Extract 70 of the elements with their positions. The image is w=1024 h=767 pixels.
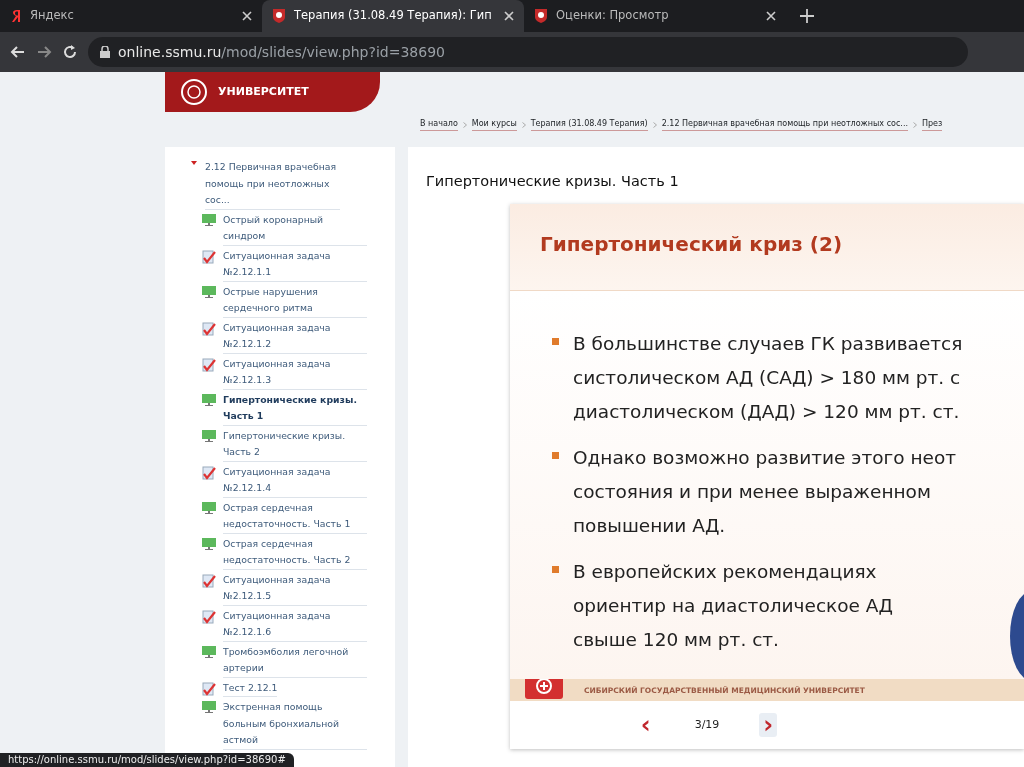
close-icon[interactable] xyxy=(766,11,776,21)
activity-link[interactable]: Острая сердечная недостаточность. Часть 2 xyxy=(202,535,367,570)
lock-icon xyxy=(100,46,110,58)
browser-tab[interactable]: Терапия (31.08.49 Терапия): Гип xyxy=(262,0,524,32)
breadcrumb-link[interactable]: Мои курсы xyxy=(471,118,517,131)
breadcrumb-link[interactable]: През xyxy=(921,118,943,131)
close-icon[interactable] xyxy=(504,11,514,21)
activity-link[interactable]: Гипертонические кризы. Часть 1 xyxy=(202,391,367,426)
activity-link[interactable]: Ситуационная задача №2.12.1.2 xyxy=(202,319,367,354)
checkmark-page-icon xyxy=(202,609,216,624)
activity-link[interactable]: Ситуационная задача №2.12.1.1 xyxy=(202,247,367,282)
previous-button[interactable]: ‹ xyxy=(636,713,655,738)
monitor-icon xyxy=(202,429,216,442)
crest-icon xyxy=(180,78,208,106)
reload-icon xyxy=(62,44,78,60)
checkmark-page-icon xyxy=(202,465,216,480)
activity-link[interactable]: Экстренная помощь больным бронхиальной астмой xyxy=(202,699,367,750)
activity-link[interactable]: Ситуационная задача №2.12.1.6 xyxy=(202,607,367,642)
browser-tab[interactable]: Оценки: Просмотр xyxy=(524,0,786,32)
bullet-text: В большинстве случаев ГК развивается систолическом АД (САД) > 180 мм рт. с диастолическом (ДАД) > 120 мм рт. ст. xyxy=(573,332,963,425)
monitor-icon xyxy=(202,501,216,514)
monitor-icon xyxy=(202,285,216,298)
breadcrumb-link[interactable]: Терапия (31.08.49 Терапия) xyxy=(530,118,648,131)
back-arrow-icon xyxy=(10,44,26,60)
slide-counter: 3/19 xyxy=(694,717,720,734)
chevron-icon xyxy=(462,121,467,128)
monitor-icon xyxy=(202,213,216,226)
section-link[interactable]: 2.12 Первичная врачебная помощь при неотложных сос... xyxy=(190,159,340,210)
bullet-text: В европейских рекомендациях ориентир на диастолическое АД свыше 120 мм рт. ст. xyxy=(573,560,893,653)
checkmark-page-icon xyxy=(202,249,216,264)
url-tooltip: https://online.ssmu.ru/mod/slides/view.php?id=38690# xyxy=(0,753,294,767)
plus-icon[interactable] xyxy=(800,9,814,23)
monitor-icon xyxy=(202,701,216,713)
chevron-icon xyxy=(521,121,526,128)
caret-down-icon xyxy=(190,159,198,167)
checkmark-page-icon xyxy=(202,681,216,696)
breadcrumb-link[interactable]: В начало xyxy=(420,118,458,131)
chevron-icon xyxy=(652,121,657,128)
slide-title: Гипертонический криз (2) xyxy=(540,232,844,257)
activity-link[interactable]: Ситуационная задача №2.12.1.3 xyxy=(202,355,367,390)
letter-logo-icon xyxy=(10,9,22,23)
activity-link[interactable]: Тест 2.12.1 xyxy=(202,679,367,697)
next-button[interactable]: › xyxy=(759,713,778,738)
close-icon[interactable] xyxy=(242,11,252,21)
monitor-icon xyxy=(202,537,216,550)
activity-link[interactable]: Ситуационная задача №2.12.1.5 xyxy=(202,571,367,606)
address-field[interactable]: online.ssmu.ru/mod/slides/view.php?id=38690 xyxy=(88,37,968,67)
forward-arrow-icon xyxy=(36,44,52,60)
activity-link[interactable]: Тромбоэмболия легочной артерии xyxy=(202,643,367,678)
bullet-icon xyxy=(552,566,559,574)
bullet-text: Однако возможно развитие этого неот состояния и при менее выраженном повышении АД. xyxy=(573,446,957,539)
checkmark-page-icon xyxy=(202,321,216,336)
activity-link[interactable]: Гипертонические кризы. Часть 2 xyxy=(202,427,367,462)
bullet-icon xyxy=(552,338,559,346)
activity-link[interactable]: Острый коронарный синдром xyxy=(202,211,367,246)
browser-tab[interactable]: Яндекс xyxy=(0,0,262,32)
shield-icon xyxy=(272,8,286,24)
checkmark-page-icon xyxy=(202,573,216,588)
activity-link[interactable]: Острая сердечная недостаточность. Часть 1 xyxy=(202,499,367,534)
activity-link[interactable]: Острые нарушения сердечного ритма xyxy=(202,283,367,318)
chevron-icon xyxy=(912,121,917,128)
bullet-icon xyxy=(552,452,559,460)
activity-link[interactable]: Ситуационная задача №2.12.1.4 xyxy=(202,463,367,498)
breadcrumb-link[interactable]: 2.12 Первичная врачебная помощь при неотложных сос... xyxy=(661,118,908,131)
shield-icon xyxy=(534,8,548,24)
monitor-icon xyxy=(202,645,216,658)
page-title: Гипертонические кризы. Часть 1 xyxy=(426,173,680,191)
monitor-icon xyxy=(202,393,216,406)
logo-text: УНИВЕРСИТЕТ xyxy=(218,83,309,100)
checkmark-page-icon xyxy=(202,357,216,372)
